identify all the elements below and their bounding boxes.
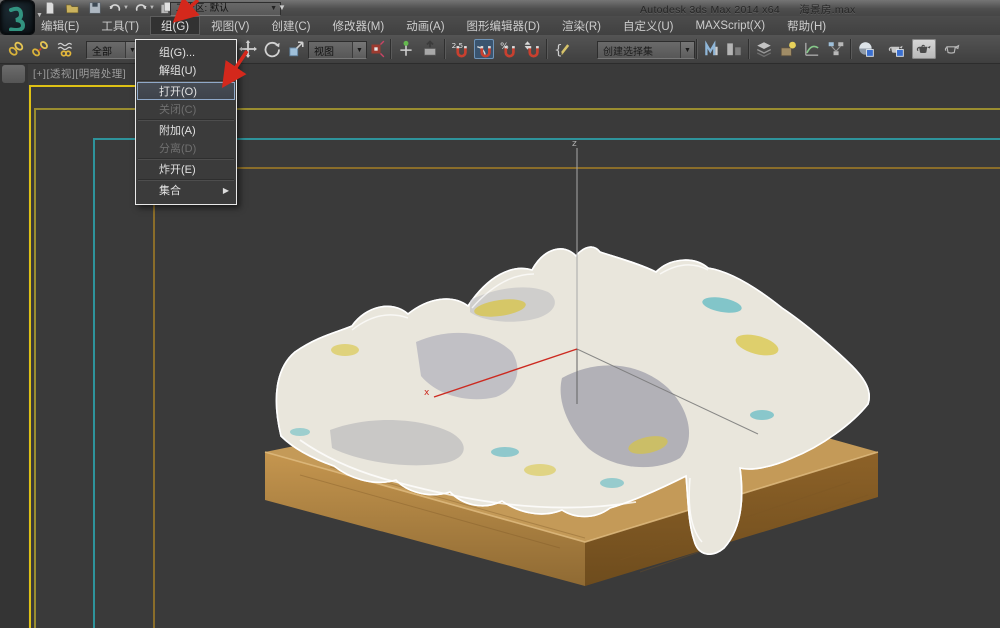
selection-filter-combo[interactable]: 全部 ▼ bbox=[86, 41, 140, 59]
named-selection-set-value: 创建选择集 bbox=[603, 43, 653, 58]
safe-frame-title-safe-top bbox=[153, 167, 1000, 169]
select-and-move-icon[interactable] bbox=[238, 39, 258, 59]
menu-modifiers[interactable]: 修改器(M) bbox=[321, 16, 395, 35]
select-and-manipulate-icon[interactable] bbox=[396, 39, 416, 59]
chevron-down-icon: ▼ bbox=[352, 42, 366, 58]
save-icon[interactable] bbox=[87, 1, 102, 15]
rendered-frame-window-icon[interactable] bbox=[912, 39, 936, 59]
menu-animation[interactable]: 动画(A) bbox=[395, 16, 455, 35]
selection-filter-value: 全部 bbox=[92, 43, 112, 58]
undo-flyout-caret[interactable]: ▼ bbox=[122, 1, 130, 15]
percent-snap-toggle-icon[interactable]: % bbox=[498, 39, 518, 59]
svg-text:{: { bbox=[554, 42, 563, 58]
use-pivot-center-icon[interactable] bbox=[366, 39, 386, 59]
open-file-icon[interactable] bbox=[64, 1, 79, 15]
menu-create[interactable]: 创建(C) bbox=[260, 16, 321, 35]
reference-coordinate-combo[interactable]: 视图 ▼ bbox=[308, 41, 367, 59]
menu-separator bbox=[138, 158, 234, 159]
spinner-snap-toggle-icon[interactable] bbox=[522, 39, 542, 59]
keyboard-override-icon[interactable]: { bbox=[552, 39, 572, 59]
menu-views[interactable]: 视图(V) bbox=[200, 16, 260, 35]
reference-coordinate-value: 视图 bbox=[314, 43, 334, 58]
submenu-arrow-icon: ▶ bbox=[223, 186, 229, 195]
logo-flyout-caret[interactable]: ▼ bbox=[36, 12, 43, 19]
manage-layers-icon[interactable] bbox=[754, 39, 774, 59]
toolbar-separator bbox=[546, 39, 547, 59]
render-production-icon[interactable] bbox=[942, 39, 962, 59]
menu-tools[interactable]: 工具(T) bbox=[90, 16, 150, 35]
safe-frame-action-safe-left bbox=[93, 138, 95, 628]
menu-item-open[interactable]: 打开(O) bbox=[137, 82, 235, 100]
collapsed-side-panel[interactable] bbox=[2, 65, 25, 83]
keyboard-shortcut-toggle-icon[interactable] bbox=[420, 39, 440, 59]
chevron-down-icon: ▼ bbox=[680, 42, 694, 58]
menu-rendering[interactable]: 渲染(R) bbox=[551, 16, 612, 35]
menu-customize[interactable]: 自定义(U) bbox=[612, 16, 684, 35]
select-and-link-icon[interactable] bbox=[6, 39, 26, 59]
group-menu-popup: 组(G)... 解组(U) 打开(O) 关闭(C) 附加(A) 分离(D) 炸开… bbox=[135, 39, 237, 205]
curve-editor-icon[interactable] bbox=[802, 39, 822, 59]
toolbar-separator bbox=[444, 39, 445, 59]
window-title: Autodesk 3ds Max 2014 x64 海景房.max bbox=[640, 2, 856, 17]
menu-item-attach[interactable]: 附加(A) bbox=[136, 121, 236, 139]
menu-item-explode[interactable]: 炸开(E) bbox=[136, 160, 236, 178]
workspace-flyout-caret[interactable]: ▼ bbox=[278, 3, 286, 12]
title-bar: ▼ ▼ 工作区: 默认 ▼ ▼ Autodesk 3ds Max 2014 x6… bbox=[0, 0, 1000, 16]
new-file-icon[interactable] bbox=[42, 1, 57, 15]
viewport-shading-mode[interactable]: [明暗处理] bbox=[75, 68, 126, 80]
menu-group[interactable]: 组(G) bbox=[150, 16, 200, 35]
3dsmax-logo[interactable] bbox=[1, 1, 34, 34]
named-selection-set-combo[interactable]: 创建选择集 ▼ bbox=[597, 41, 695, 59]
menu-graph-editors[interactable]: 图形编辑器(D) bbox=[456, 16, 551, 35]
3dsmax-window: ▼ ▼ 工作区: 默认 ▼ ▼ Autodesk 3ds Max 2014 x6… bbox=[0, 0, 1000, 628]
left-edge-strip bbox=[0, 63, 28, 628]
angle-snap-toggle-icon[interactable] bbox=[474, 39, 494, 59]
select-and-scale-icon[interactable] bbox=[286, 39, 306, 59]
menu-item-group[interactable]: 组(G)... bbox=[136, 43, 236, 61]
select-and-rotate-icon[interactable] bbox=[262, 39, 282, 59]
menu-bar: 编辑(E) 工具(T) 组(G) 视图(V) 创建(C) 修改器(M) 动画(A… bbox=[0, 16, 1000, 35]
viewport-view-name[interactable]: [透视] bbox=[46, 68, 75, 80]
viewport-menu-expand[interactable]: [+] bbox=[33, 68, 46, 80]
menu-item-close: 关闭(C) bbox=[136, 100, 236, 118]
workspace-combo-value: 工作区: 默认 bbox=[176, 3, 229, 15]
material-editor-icon[interactable] bbox=[856, 39, 876, 59]
menu-separator bbox=[138, 179, 234, 180]
snaps-toggle-25d-icon[interactable]: 2.5 bbox=[450, 39, 470, 59]
document-name: 海景房.max bbox=[799, 4, 855, 16]
active-viewport-border-left bbox=[29, 85, 31, 628]
menu-item-ungroup[interactable]: 解组(U) bbox=[136, 61, 236, 79]
menu-item-assembly[interactable]: 集合▶ bbox=[136, 181, 236, 199]
menu-item-detach: 分离(D) bbox=[136, 139, 236, 157]
toolbar-separator bbox=[748, 39, 749, 59]
graphite-ribbon-toggle-icon[interactable] bbox=[778, 39, 798, 59]
redo-flyout-caret[interactable]: ▼ bbox=[148, 1, 156, 15]
menu-separator bbox=[138, 80, 234, 81]
menu-maxscript[interactable]: MAXScript(X) bbox=[684, 16, 776, 35]
render-setup-icon[interactable] bbox=[886, 39, 906, 59]
toolbar-separator bbox=[390, 39, 391, 59]
toolbar-separator bbox=[696, 39, 697, 59]
safe-frame-title-safe-left bbox=[153, 167, 155, 628]
chevron-down-icon: ▼ bbox=[270, 3, 277, 15]
workspace-combo[interactable]: 工作区: 默认 ▼ bbox=[170, 2, 281, 16]
undo-icon[interactable] bbox=[107, 1, 122, 15]
menu-help[interactable]: 帮助(H) bbox=[776, 16, 837, 35]
viewport-label[interactable]: [+][透视][明暗处理] bbox=[33, 66, 126, 81]
align-icon[interactable] bbox=[724, 39, 744, 59]
schematic-view-icon[interactable] bbox=[826, 39, 846, 59]
redo-icon[interactable] bbox=[133, 1, 148, 15]
unlink-selection-icon[interactable] bbox=[30, 39, 50, 59]
toolbar-separator bbox=[850, 39, 851, 59]
app-title: Autodesk 3ds Max 2014 x64 bbox=[640, 4, 780, 16]
menu-separator bbox=[138, 119, 234, 120]
safe-frame-live-area-left bbox=[34, 108, 36, 628]
mirror-icon[interactable] bbox=[702, 39, 722, 59]
bind-to-space-warp-icon[interactable] bbox=[56, 39, 76, 59]
